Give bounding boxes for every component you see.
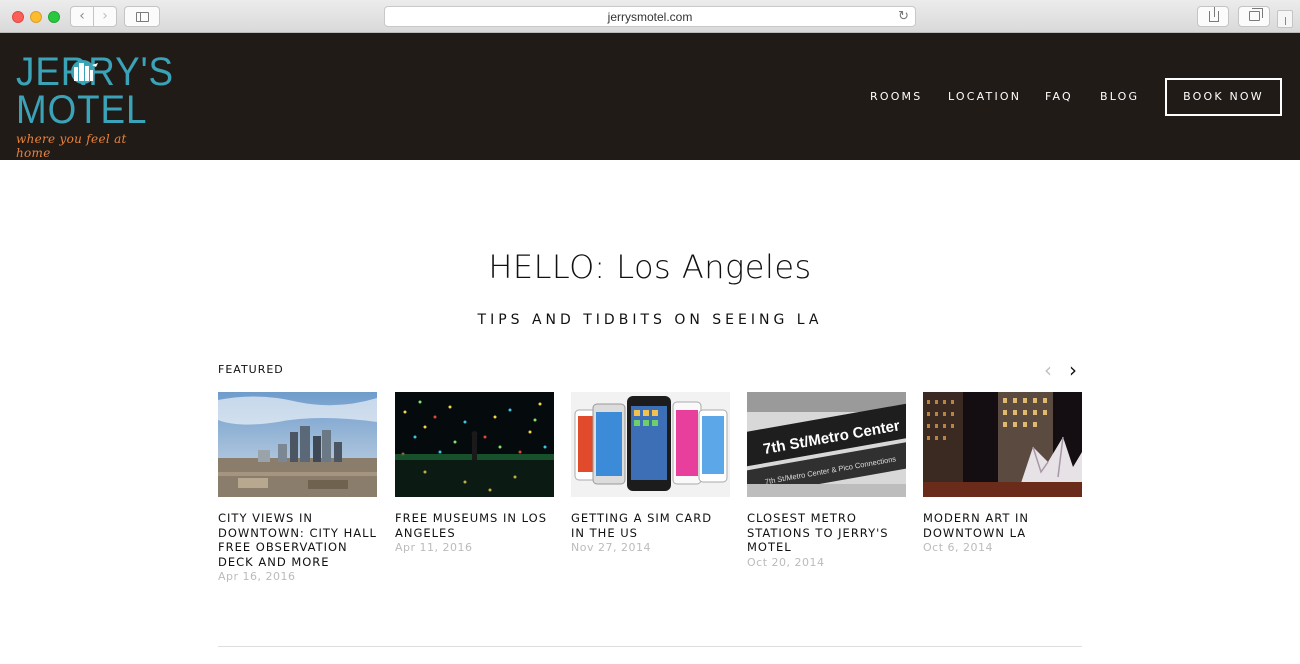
site-logo[interactable]: JERRY'S MOTEL where you feel at home <box>16 52 173 160</box>
nav-rooms[interactable]: ROOMS <box>870 90 922 103</box>
post-card[interactable]: MODERN ART IN DOWNTOWN LA Oct 6, 2014 <box>923 392 1082 555</box>
post-date: Nov 27, 2014 <box>571 541 651 554</box>
skyline-icon <box>71 60 98 84</box>
metro-sign-photo[interactable]: 7th St/Metro Center 7th St/Metro Center … <box>747 392 906 497</box>
site-header: JERRY'S MOTEL where you feel at home ROO… <box>0 33 1300 160</box>
infinity-room-photo[interactable] <box>395 392 554 497</box>
tabs-icon <box>1249 8 1263 21</box>
page-title: HELLO: Los Angeles <box>488 248 812 286</box>
sidebar-toggle-button[interactable] <box>124 6 160 27</box>
nav-faq[interactable]: FAQ <box>1045 90 1073 103</box>
chevron-left-icon: ‹ <box>79 8 85 24</box>
featured-label: FEATURED <box>218 363 284 376</box>
logo-line2: MOTEL <box>16 88 148 132</box>
browser-toolbar: ‹ › jerrysmotel.com ↻ <box>0 0 1300 33</box>
nav-blog[interactable]: BLOG <box>1100 90 1139 103</box>
post-date: Apr 16, 2016 <box>218 570 296 583</box>
share-icon <box>1209 7 1219 22</box>
sidebar-icon <box>136 12 149 22</box>
book-now-button[interactable]: BOOK NOW <box>1165 78 1282 116</box>
reload-icon[interactable]: ↻ <box>898 9 909 24</box>
post-card[interactable]: FREE MUSEUMS IN LOS ANGELES Apr 11, 2016 <box>395 392 554 555</box>
carousel-next-arrow[interactable]: › <box>1069 360 1077 380</box>
post-date: Oct 20, 2014 <box>747 555 825 569</box>
post-date: Apr 11, 2016 <box>395 541 473 554</box>
post-card[interactable]: CITY VIEWS IN DOWNTOWN: CITY HALL FREE O… <box>218 392 377 584</box>
section-divider <box>218 646 1082 647</box>
extension-button[interactable] <box>1277 10 1293 28</box>
carousel-prev-arrow[interactable]: ‹ <box>1044 360 1052 380</box>
zoom-window-button[interactable] <box>48 11 60 23</box>
chevron-right-icon: › <box>102 8 108 24</box>
share-button[interactable] <box>1197 6 1229 27</box>
minimize-window-button[interactable] <box>30 11 42 23</box>
smartphones-photo[interactable] <box>571 392 730 497</box>
post-title[interactable]: GETTING A SIM CARD IN THE US <box>571 511 730 540</box>
post-card[interactable]: 7th St/Metro Center 7th St/Metro Center … <box>747 392 906 570</box>
url-text: jerrysmotel.com <box>607 10 693 24</box>
address-bar[interactable]: jerrysmotel.com ↻ <box>384 6 916 27</box>
logo-tagline: where you feel at home <box>16 132 127 160</box>
post-title[interactable]: FREE MUSEUMS IN LOS ANGELES <box>395 511 554 540</box>
post-title[interactable]: CITY VIEWS IN DOWNTOWN: CITY HALL FREE O… <box>218 511 377 569</box>
tabs-overview-button[interactable] <box>1238 6 1270 27</box>
post-date: Oct 6, 2014 <box>923 541 994 554</box>
post-title[interactable]: MODERN ART IN DOWNTOWN LA <box>923 511 1082 540</box>
close-window-button[interactable] <box>12 11 24 23</box>
forward-button[interactable]: › <box>93 6 117 27</box>
la-skyline-photo[interactable] <box>218 392 377 497</box>
back-button[interactable]: ‹ <box>70 6 94 27</box>
nav-location[interactable]: LOCATION <box>948 90 1021 103</box>
page-subtitle: TIPS AND TIDBITS ON SEEING LA <box>477 312 823 328</box>
post-title[interactable]: CLOSEST METRO STATIONS TO JERRY'S MOTEL <box>747 511 906 555</box>
post-card[interactable]: GETTING A SIM CARD IN THE US Nov 27, 201… <box>571 392 730 555</box>
downtown-sculpture-photo[interactable] <box>923 392 1082 497</box>
